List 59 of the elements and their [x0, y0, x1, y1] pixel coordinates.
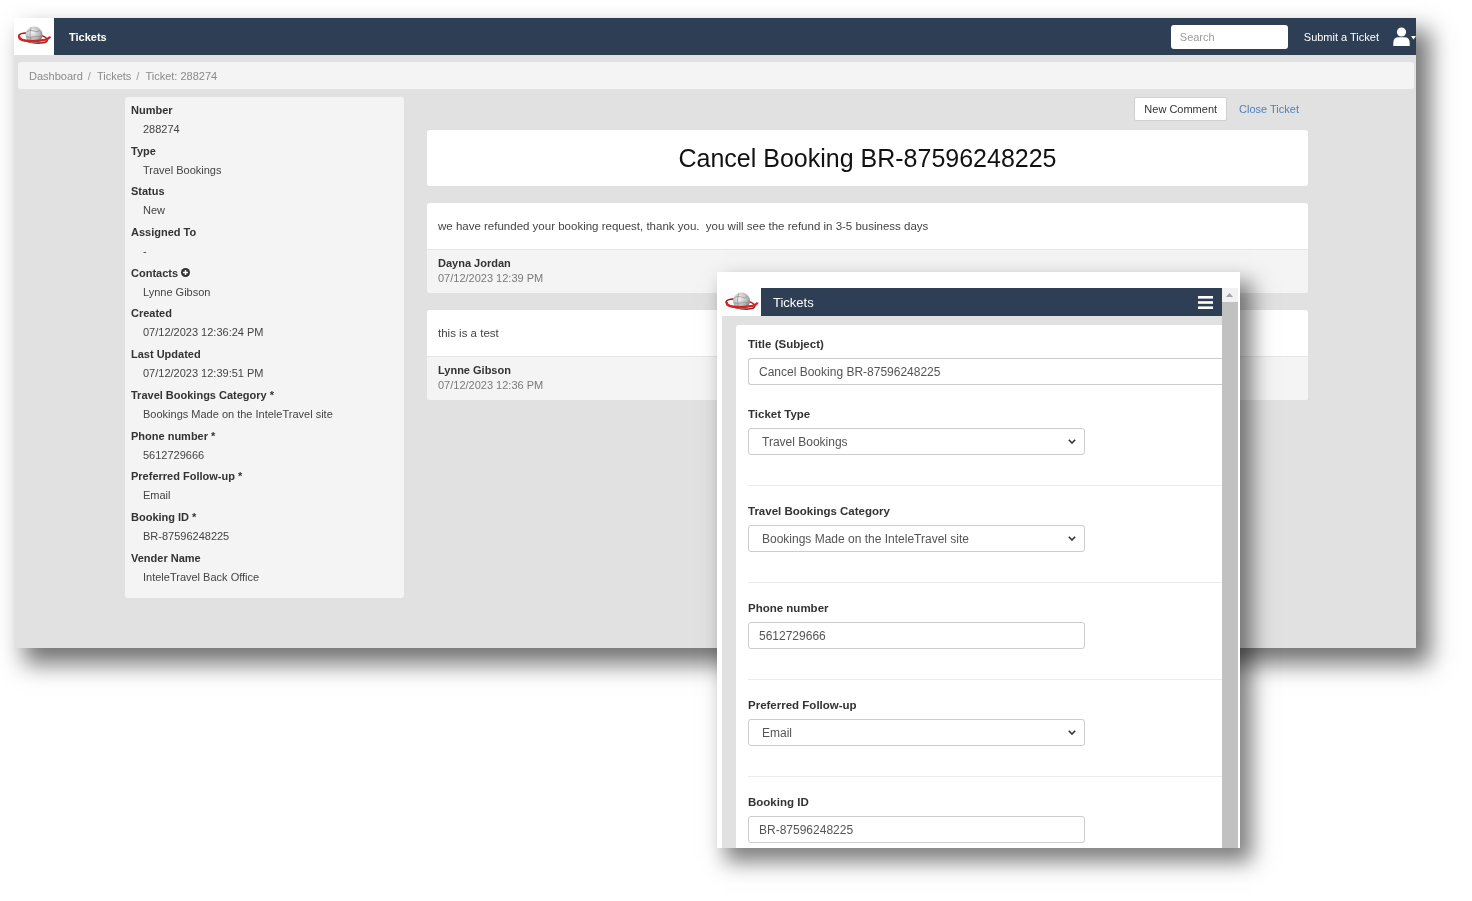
comment-author: Dayna Jordan	[438, 256, 511, 271]
field-label: Ticket Type	[748, 407, 811, 422]
action-button[interactable]: New Comment	[1134, 97, 1228, 121]
comment-time: 07/12/2023 12:36 PM	[438, 378, 544, 393]
text-field[interactable]: BR-87596248225	[748, 816, 1085, 843]
detail-label: Assigned To	[131, 225, 197, 241]
detail-value: Travel Bookings	[143, 162, 222, 178]
search-field[interactable]: Search	[1170, 24, 1288, 49]
select-field[interactable]: Travel Bookings	[748, 428, 1085, 455]
detail-value: Email	[143, 488, 171, 504]
nav-title-link[interactable]: Tickets	[69, 30, 107, 43]
detail-value: 5612729666	[143, 447, 205, 463]
submit-ticket-link[interactable]: Submit a Ticket	[1303, 30, 1379, 43]
detail-label: Preferred Follow-up *	[131, 469, 243, 485]
comment-time: 07/12/2023 12:39 PM	[438, 271, 544, 286]
caret-icon[interactable]	[1411, 35, 1416, 40]
mobile-nav-title[interactable]: Tickets	[773, 294, 814, 310]
field-label: Travel Bookings Category	[748, 504, 890, 519]
detail-label: Last Updated	[131, 347, 201, 363]
chevron-down-icon[interactable]	[1068, 730, 1076, 735]
detail-value: New	[143, 203, 165, 219]
field-label: Preferred Follow-up	[748, 698, 857, 713]
detail-value: -	[143, 244, 147, 260]
comment-text: we have refunded your booking request, thank you. you will see the refund in 3-5 business days	[438, 219, 929, 234]
breadcrumb-separator: /	[87, 69, 91, 82]
detail-value: Bookings Made on the InteleTravel site	[143, 406, 333, 422]
detail-label: Travel Bookings Category *	[131, 387, 275, 403]
breadcrumb-separator: /	[136, 69, 140, 82]
comment-text: this is a test	[438, 326, 499, 341]
detail-label: Created	[131, 306, 172, 322]
detail-value: InteleTravel Back Office	[143, 569, 260, 585]
detail-label: Contacts	[131, 265, 179, 281]
select-field[interactable]: Bookings Made on the InteleTravel site	[748, 525, 1085, 552]
detail-label: Number	[131, 103, 173, 118]
detail-value: 07/12/2023 12:36:24 PM	[143, 325, 264, 341]
comment-author: Lynne Gibson	[438, 363, 511, 378]
text-field[interactable]: 5612729666	[748, 622, 1085, 649]
chevron-down-icon[interactable]	[1068, 439, 1076, 444]
user-icon[interactable]	[1393, 27, 1410, 46]
field-label: Title (Subject)	[748, 337, 824, 352]
detail-value: BR-87596248225	[143, 528, 230, 544]
detail-label: Vender Name	[131, 550, 201, 566]
detail-value: 288274	[143, 122, 180, 137]
detail-label: Type	[131, 143, 156, 159]
detail-label: Status	[131, 184, 165, 200]
field-label: Booking ID	[748, 795, 809, 810]
detail-label: Phone number *	[131, 428, 216, 444]
field-label: Phone number	[748, 601, 829, 616]
detail-value: 07/12/2023 12:39:51 PM	[143, 366, 264, 382]
plus-circle-icon[interactable]	[181, 268, 191, 278]
text-field[interactable]: Cancel Booking BR-87596248225	[748, 358, 1222, 385]
chevron-down-icon[interactable]	[1068, 536, 1076, 541]
select-field[interactable]: Email	[748, 719, 1085, 746]
detail-label: Booking ID *	[131, 509, 197, 525]
scrollbar[interactable]	[1222, 288, 1238, 848]
globe-logo[interactable]	[14, 18, 54, 55]
ticket-title: Cancel Booking BR-87596248225	[678, 143, 1057, 173]
detail-value: Lynne Gibson	[143, 284, 211, 300]
menu-icon[interactable]	[1198, 295, 1213, 309]
